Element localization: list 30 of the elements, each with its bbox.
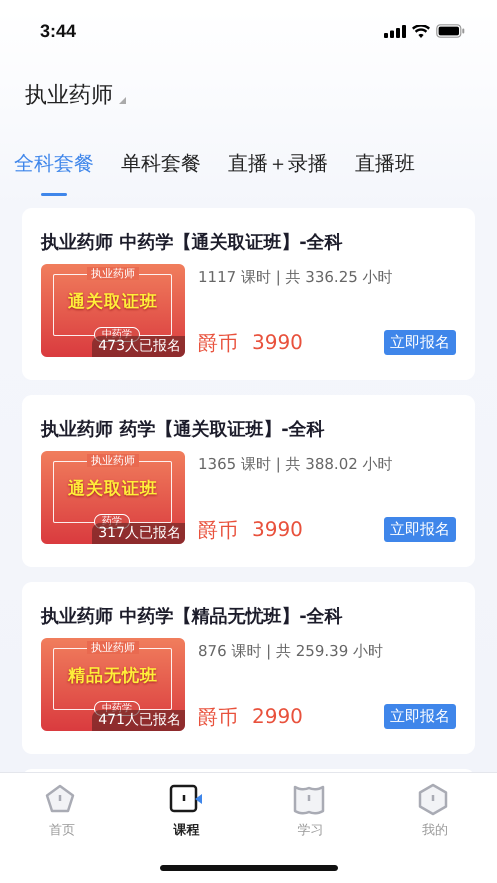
course-price: 3990 [252,517,303,543]
course-thumbnail[interactable]: 执业药师 通关取证班 药学 317人已报名 [41,451,185,544]
course-title[interactable]: 执业药师 中药学【通关取证班】-全科 [41,230,456,254]
course-meta: 1117 课时 | 共 336.25 小时 [198,268,394,287]
category-tab[interactable]: 直播班 [355,144,415,196]
course-meta: 1365 课时 | 共 388.02 小时 [198,455,394,474]
course-meta: 876 课时 | 共 259.39 小时 [198,642,384,661]
enroll-button[interactable]: 立即报名 [384,704,456,729]
course-title[interactable]: 执业药师 中药学【精品无忧班】-全科 [41,604,456,628]
category-tab[interactable]: 直播＋录播 [228,144,328,196]
thumbnail-headline: 通关取证班 [67,478,159,500]
enroll-button[interactable]: 立即报名 [384,517,456,542]
course-thumbnail[interactable]: 执业药师 精品无忧班 中药学 471人已报名 [41,638,185,731]
currency-label: 爵币 [198,704,238,731]
currency-label: 爵币 [198,330,238,357]
status-time: 3:44 [40,20,76,42]
category-tab[interactable]: 单科套餐 [121,144,201,196]
course-price: 3990 [252,330,303,356]
thumbnail-label: 执业药师 [87,454,139,467]
header-title[interactable]: 执业药师 [25,80,113,110]
thumbnail-label: 执业药师 [87,267,139,280]
course-title[interactable]: 执业药师 药学【通关取证班】-全科 [41,417,456,441]
thumbnail-headline: 通关取证班 [67,291,159,313]
enroll-button[interactable]: 立即报名 [384,330,456,355]
course-price: 2990 [252,704,303,730]
thumbnail-label: 执业药师 [87,641,139,654]
thumbnail-headline: 精品无忧班 [66,665,159,687]
currency-label: 爵币 [198,517,238,544]
nav-tab[interactable]: 课程 [146,783,226,839]
course-thumbnail[interactable]: 执业药师 通关取证班 中药学 473人已报名 [41,264,185,357]
